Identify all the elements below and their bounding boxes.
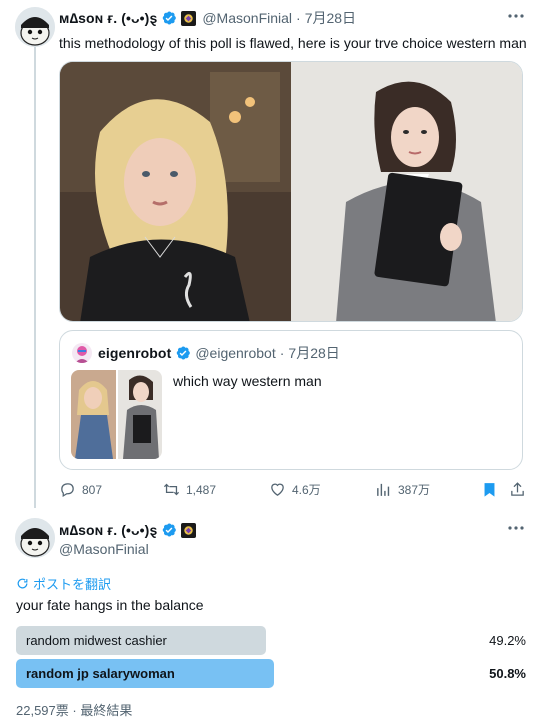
handle[interactable]: @MasonFinial (202, 9, 292, 27)
poll-option-label: random jp salarywoman (26, 666, 175, 681)
quote-avatar[interactable] (72, 343, 92, 363)
translate-post-link[interactable]: ポストを翻訳 (16, 574, 111, 593)
quote-timestamp[interactable]: 7月28日 (288, 344, 339, 362)
verified-badge-icon (177, 346, 191, 360)
reply-button[interactable]: 807 (59, 481, 102, 498)
reply-display-name[interactable]: ᴍ∆sᴏɴ ғ. (•ᴗ•)ȿ (59, 521, 157, 539)
view-count: 387万 (398, 483, 431, 497)
poll-results-meta: 22,597票 · 最終結果 (16, 703, 133, 718)
reply-tweet-text: your fate hangs in the balance (16, 597, 204, 613)
translate-icon (17, 578, 28, 589)
like-button[interactable]: 4.6万 (269, 481, 321, 498)
like-count: 4.6万 (292, 483, 321, 497)
views-button[interactable]: 387万 (375, 481, 430, 498)
poll-option-percent: 50.8% (489, 666, 526, 681)
verified-badge-icon (163, 11, 177, 25)
views-chart-icon (377, 483, 390, 496)
more-options-icon[interactable] (506, 10, 526, 26)
repost-button[interactable]: 1,487 (163, 481, 216, 498)
quote-display-name[interactable]: eigenrobot (98, 344, 171, 362)
poll-option[interactable]: random midwest cashier 49.2% (16, 626, 526, 655)
share-icon (511, 482, 524, 496)
translate-label: ポストを翻訳 (33, 577, 112, 592)
reply-avatar[interactable] (15, 518, 55, 558)
avatar[interactable] (15, 7, 55, 47)
tweet-media[interactable] (59, 61, 523, 322)
separator-dot: · (296, 10, 301, 26)
reply-handle[interactable]: @MasonFinial (59, 540, 149, 558)
photo-blonde-woman-black-sweater[interactable] (60, 62, 291, 321)
quote-text: which way western man (173, 373, 322, 389)
display-name[interactable]: ᴍ∆sᴏɴ ғ. (•ᴗ•)ȿ (59, 9, 157, 27)
tweet-header: ᴍ∆sᴏɴ ғ. (•ᴗ•)ȿ @MasonFinial · 7月28日 (59, 9, 356, 27)
poll-option-percent: 49.2% (489, 633, 526, 648)
tweet-text: this methodology of this poll is flawed,… (59, 35, 527, 51)
verified-badge-icon (163, 523, 177, 537)
tweet-actions: 807 1,487 4.6万 387万 (59, 481, 527, 501)
affiliate-badge-icon (181, 522, 197, 538)
affiliate-badge-icon (181, 10, 197, 26)
reply-count: 807 (82, 482, 103, 497)
repost-count: 1,487 (186, 482, 217, 497)
reply-icon (61, 483, 74, 498)
poll-thumbnail-two-photos (71, 370, 162, 459)
quote-handle[interactable]: @eigenrobot (195, 344, 275, 362)
photo-woman-gray-suit-black-folder[interactable] (291, 62, 522, 321)
bookmark-button[interactable] (481, 481, 504, 498)
timestamp[interactable]: 7月28日 (305, 9, 356, 27)
poll-option-winner[interactable]: random jp salarywoman 50.8% (16, 659, 526, 688)
more-options-icon[interactable] (506, 522, 526, 538)
share-button[interactable] (509, 481, 532, 498)
reply-header: ᴍ∆sᴏɴ ғ. (•ᴗ•)ȿ (59, 521, 202, 539)
bookmark-filled-icon (484, 483, 495, 497)
poll-option-label: random midwest cashier (26, 633, 167, 648)
repost-icon (163, 483, 180, 496)
heart-icon (271, 483, 284, 496)
quoted-tweet[interactable]: eigenrobot @eigenrobot · 7月28日 which way… (59, 330, 523, 470)
quote-header: eigenrobot @eigenrobot · 7月28日 (98, 344, 340, 362)
thread-connector-line (34, 46, 36, 508)
separator-dot: · (279, 345, 285, 361)
